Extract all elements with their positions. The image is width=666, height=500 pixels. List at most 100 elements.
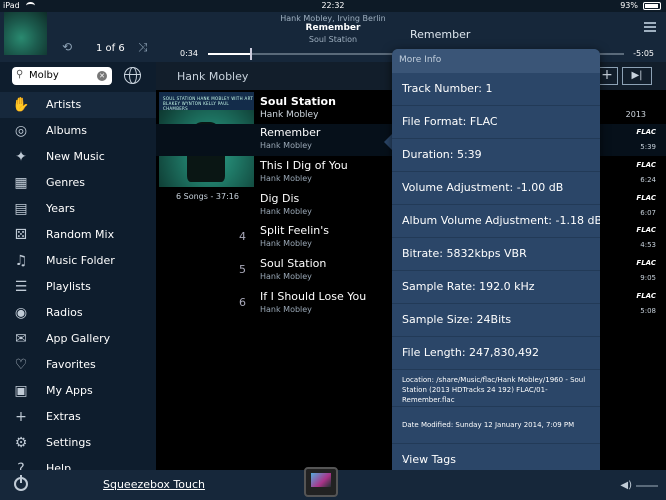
info-row-text: Sample Rate: 192.0 kHz bbox=[402, 280, 535, 293]
sidebar-item-new-music[interactable]: ✦ New Music bbox=[0, 144, 156, 170]
sidebar: ⚲ ✕ ✋ Artists ◎ Albums ✦ New Music ▦ Genres ▤ Yea… bbox=[0, 62, 156, 470]
sidebar-item-label: Random Mix bbox=[46, 228, 115, 241]
progress-thumb[interactable] bbox=[249, 48, 252, 60]
play-next-button[interactable]: ▶| bbox=[622, 67, 652, 85]
track-artist: Hank Mobley bbox=[260, 305, 312, 314]
chevron-right-icon: › bbox=[402, 453, 407, 466]
track-title: If I Should Lose You bbox=[260, 290, 367, 303]
queue-menu-icon[interactable] bbox=[644, 22, 656, 32]
track-number: 4 bbox=[239, 230, 246, 244]
info-row-text: Volume Adjustment: -1.00 dB bbox=[402, 181, 564, 194]
info-row-text: Track Number: 1 bbox=[402, 82, 493, 95]
popover-header: More Info bbox=[392, 49, 600, 73]
now-playing-title: Remember bbox=[305, 23, 361, 33]
power-icon[interactable] bbox=[14, 475, 28, 491]
album-title[interactable]: Soul Station bbox=[260, 95, 336, 108]
my-apps-icon: ▣ bbox=[14, 383, 28, 399]
sidebar-item-settings[interactable]: ⚙ Settings bbox=[0, 430, 156, 456]
track-title: Dig Dis bbox=[260, 191, 300, 205]
sidebar-item-my-apps[interactable]: ▣ My Apps bbox=[0, 378, 156, 404]
battery-icon bbox=[643, 2, 661, 10]
album-artist[interactable]: Hank Mobley bbox=[260, 110, 318, 120]
info-row: File Format: FLAC bbox=[392, 106, 600, 139]
sidebar-item-label: Playlists bbox=[46, 280, 91, 293]
info-row: Album Volume Adjustment: -1.18 dB bbox=[392, 205, 600, 238]
info-row: Volume Adjustment: -1.00 dB bbox=[392, 172, 600, 205]
sidebar-item-label: Music Folder bbox=[46, 254, 115, 267]
sidebar-item-label: Albums bbox=[46, 124, 87, 137]
track-number: 6 bbox=[239, 296, 246, 309]
sidebar-item-extras[interactable]: + Extras bbox=[0, 404, 156, 430]
track-format: FLAC bbox=[636, 292, 656, 300]
track-duration: 5:39 bbox=[640, 143, 656, 151]
years-icon: ▤ bbox=[14, 201, 28, 217]
volume-icon[interactable]: ◀) bbox=[620, 480, 632, 491]
sidebar-item-app-gallery[interactable]: ✉ App Gallery bbox=[0, 326, 156, 352]
track-duration: 6:07 bbox=[640, 208, 656, 217]
info-row-text: File Length: 247,830,492 bbox=[402, 346, 540, 359]
sidebar-nav: ✋ Artists ◎ Albums ✦ New Music ▦ Genres ▤ Years ⚄ R… bbox=[0, 92, 156, 470]
sidebar-item-playlists[interactable]: ☰ Playlists bbox=[0, 274, 156, 300]
status-bar: iPad 22:32 93% bbox=[0, 0, 666, 12]
search-input[interactable] bbox=[29, 68, 93, 83]
sidebar-item-label: Help bbox=[46, 462, 72, 470]
sidebar-item-label: Settings bbox=[46, 436, 92, 449]
info-row: Sample Rate: 192.0 kHz bbox=[392, 271, 600, 304]
track-format: FLAC bbox=[636, 193, 656, 202]
track-number: 5 bbox=[239, 263, 246, 277]
progress-fill bbox=[208, 53, 250, 55]
sidebar-item-albums[interactable]: ◎ Albums bbox=[0, 118, 156, 144]
player-name[interactable]: Squeezebox Touch bbox=[103, 478, 205, 491]
now-playing-artist: Hank Mobley, Irving Berlin bbox=[280, 14, 386, 23]
album-year: 2013 bbox=[625, 110, 646, 119]
squeezebox-device-icon[interactable] bbox=[304, 467, 338, 497]
info-row-modified: Date Modified: Sunday 12 January 2014, 7… bbox=[392, 407, 600, 444]
popover-title: Remember bbox=[410, 28, 471, 41]
info-row-location: Location: /share/Music/flac/Hank Mobley/… bbox=[392, 370, 600, 407]
breadcrumb[interactable]: Hank Mobley bbox=[177, 70, 248, 83]
sidebar-item-random-mix[interactable]: ⚄ Random Mix bbox=[0, 222, 156, 248]
volume-slider[interactable] bbox=[636, 485, 658, 487]
settings-icon: ⚙ bbox=[14, 435, 28, 451]
sidebar-item-label: Favorites bbox=[46, 358, 96, 371]
info-row-text: File Format: FLAC bbox=[402, 115, 498, 128]
app-gallery-icon: ✉ bbox=[15, 331, 27, 347]
sidebar-item-music-folder[interactable]: ♫ Music Folder bbox=[0, 248, 156, 274]
info-row: Track Number: 1 bbox=[392, 73, 600, 106]
help-icon: ? bbox=[17, 461, 25, 470]
sidebar-item-label: Years bbox=[46, 202, 76, 215]
sidebar-item-radios[interactable]: ◉ Radios bbox=[0, 300, 156, 326]
favorites-icon: ♡ bbox=[14, 357, 28, 373]
info-row: Bitrate: 5832kbps VBR bbox=[392, 238, 600, 271]
track-format: FLAC bbox=[636, 226, 656, 235]
track-duration: 5:08 bbox=[640, 307, 656, 315]
track-position: 1 of 6 bbox=[96, 43, 125, 54]
globe-icon[interactable] bbox=[124, 67, 141, 84]
sidebar-item-label: New Music bbox=[46, 150, 105, 163]
clear-search-icon[interactable]: ✕ bbox=[97, 71, 107, 81]
sidebar-item-years[interactable]: ▤ Years bbox=[0, 196, 156, 222]
track-title: Remember bbox=[260, 126, 321, 139]
new-music-icon: ✦ bbox=[15, 149, 27, 165]
track-artist: Hank Mobley bbox=[260, 206, 312, 216]
playlists-icon: ☰ bbox=[14, 279, 28, 295]
track-format: FLAC bbox=[636, 128, 656, 136]
now-playing-album: Soul Station bbox=[308, 35, 358, 44]
track-duration: 9:05 bbox=[640, 274, 656, 283]
elapsed-time: 0:34 bbox=[180, 49, 198, 58]
sidebar-item-favorites[interactable]: ♡ Favorites bbox=[0, 352, 156, 378]
sidebar-item-label: Genres bbox=[46, 176, 86, 189]
search-box[interactable]: ⚲ ✕ bbox=[12, 67, 112, 85]
sidebar-item-genres[interactable]: ▦ Genres bbox=[0, 170, 156, 196]
radios-icon: ◉ bbox=[14, 305, 28, 321]
sidebar-item-artists[interactable]: ✋ Artists bbox=[0, 92, 156, 118]
sidebar-item-help[interactable]: ? Help bbox=[0, 456, 156, 470]
track-artist: Hank Mobley bbox=[260, 239, 312, 249]
album-cover-strip: SOUL STATION HANK MOBLEY WITH ART BLAKEY… bbox=[159, 92, 254, 111]
track-duration: 4:53 bbox=[640, 241, 656, 250]
info-row-text: Sample Size: 24Bits bbox=[402, 313, 512, 326]
track-artist: Hank Mobley bbox=[260, 141, 312, 150]
music-folder-icon: ♫ bbox=[14, 253, 28, 269]
remaining-time: -5:05 bbox=[633, 49, 654, 58]
albums-icon: ◎ bbox=[14, 123, 28, 139]
